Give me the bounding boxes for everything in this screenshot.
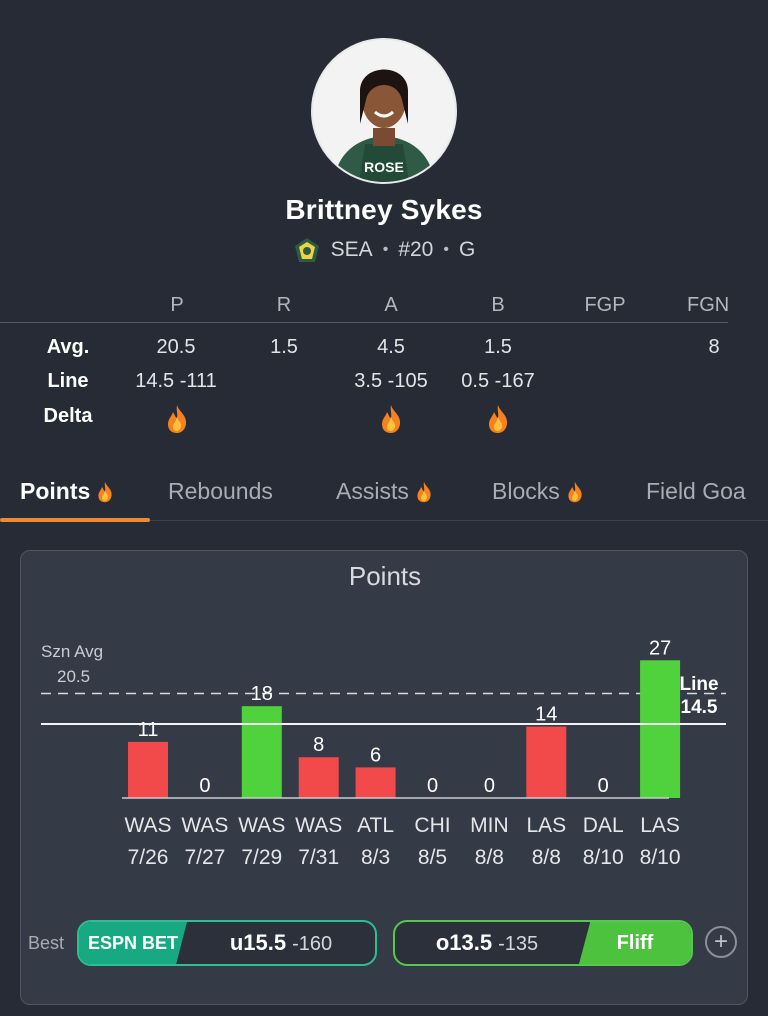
line-points: 14.5 -111 — [135, 370, 217, 392]
fliff-book-tag: Fliff — [579, 922, 691, 964]
bar-value-label: 0 — [598, 775, 609, 797]
under-pick-line: u15.5 — [229, 930, 287, 955]
add-icon[interactable]: + — [705, 926, 737, 958]
column-header-assists: A — [384, 294, 398, 316]
tab-blocks[interactable]: Blocks — [492, 478, 584, 505]
column-header-points: P — [170, 294, 184, 316]
x-tick-date: 8/5 — [418, 846, 447, 869]
player-position: G — [458, 238, 476, 261]
flame-icon — [382, 405, 401, 433]
x-tick-opponent: WAS — [124, 814, 171, 837]
flame-icon — [168, 405, 187, 433]
over-pick-line: o13.5 — [435, 930, 493, 955]
stats-divider — [0, 322, 728, 323]
bar — [298, 757, 339, 798]
bar-value-label: 14 — [535, 704, 557, 726]
bar-value-label: 0 — [199, 775, 210, 797]
bar — [128, 741, 168, 798]
x-tick-date: 7/31 — [298, 846, 339, 869]
bar — [640, 660, 681, 798]
line-assists: 3.5 -105 — [354, 370, 428, 392]
row-label-delta: Delta — [43, 405, 93, 427]
bar — [355, 767, 396, 798]
jersey-text: ROSE — [364, 159, 404, 175]
chart-card: Points Szn Avg 20.5 11 WAS 7/26 0 WAS 7/27 18 WAS… — [20, 550, 748, 1005]
team-abbrev: SEA — [330, 238, 373, 261]
bar-value-label: 11 — [138, 719, 159, 741]
player-name: Brittney Sykes — [285, 194, 483, 225]
avg-rebounds: 1.5 — [270, 336, 298, 358]
bar-value-label: 0 — [427, 775, 438, 797]
team-info: SEA • #20 • G — [0, 236, 768, 264]
tab-field-goals[interactable]: Field Goa — [646, 478, 768, 505]
player-avatar: ROSE — [311, 38, 457, 184]
x-tick-opponent: MIN — [470, 814, 509, 837]
bar-value-label: 27 — [649, 637, 671, 659]
espn-bet-book-tag: ESPN BET — [79, 922, 187, 964]
x-tick-date: 7/29 — [241, 846, 282, 869]
bar-value-label: 6 — [370, 744, 381, 766]
bar-value-label: 0 — [484, 775, 495, 797]
active-tab-indicator — [0, 518, 150, 522]
points-bar-chart: Szn Avg 20.5 11 WAS 7/26 0 WAS 7/27 18 WAS 7/29 8 WA… — [41, 637, 726, 869]
flame-icon — [489, 405, 508, 433]
tab-field-goals-label: Field Goa — [646, 478, 746, 504]
flame-icon — [568, 481, 582, 502]
column-header-fgp: FGP — [584, 294, 626, 316]
over-pick-price: -135 — [498, 933, 539, 955]
team-logo-icon — [294, 238, 319, 262]
bar-value-label: 8 — [313, 734, 324, 756]
x-tick-date: 8/8 — [532, 846, 561, 869]
tab-assists[interactable]: Assists — [336, 478, 433, 505]
x-tick-date: 8/8 — [475, 846, 504, 869]
bar — [241, 706, 282, 798]
x-tick-date: 8/10 — [640, 846, 681, 869]
prop-line-value: 14.5 — [681, 697, 718, 718]
avg-assists: 4.5 — [377, 336, 405, 358]
row-label-avg: Avg. — [46, 336, 90, 358]
x-tick-date: 8/10 — [583, 846, 624, 869]
avg-fgn: 8 — [708, 336, 720, 358]
tab-points-label: Points — [20, 478, 91, 504]
under-pick-price: -160 — [292, 933, 333, 955]
season-average-label: Szn Avg — [41, 642, 103, 661]
best-odds-label: Best — [28, 933, 65, 953]
x-tick-opponent: LAS — [640, 814, 680, 837]
x-tick-opponent: CHI — [414, 814, 450, 837]
season-average-value: 20.5 — [57, 667, 90, 686]
tab-points[interactable]: Points — [20, 478, 114, 505]
x-tick-date: 7/27 — [184, 846, 225, 869]
tab-rebounds[interactable]: Rebounds — [168, 478, 273, 505]
under-odds-button[interactable]: ESPN BET u15.5 -160 — [77, 920, 377, 966]
separator-dot: • — [382, 241, 389, 258]
avg-points: 20.5 — [156, 336, 196, 358]
prop-line-label: Line — [679, 674, 718, 695]
separator-dot: • — [443, 241, 449, 258]
jersey-number: #20 — [398, 238, 434, 261]
column-header-fgn: FGN — [687, 294, 730, 316]
over-odds-button[interactable]: o13.5 -135 Fliff — [393, 920, 693, 966]
x-tick-date: 7/26 — [128, 846, 169, 869]
over-pick: o13.5 -135 — [395, 930, 579, 956]
x-tick-opponent: WAS — [181, 814, 228, 837]
avg-blocks: 1.5 — [484, 336, 512, 358]
tab-assists-label: Assists — [336, 478, 409, 504]
column-header-blocks: B — [491, 294, 505, 316]
row-label-line: Line — [47, 370, 89, 392]
flame-icon — [98, 481, 112, 502]
bar-value-label: 18 — [251, 683, 273, 705]
line-blocks: 0.5 -167 — [461, 370, 535, 392]
x-tick-date: 8/3 — [361, 846, 390, 869]
x-tick-opponent: WAS — [295, 814, 342, 837]
flame-icon — [417, 481, 431, 502]
bar — [526, 726, 567, 798]
tab-blocks-label: Blocks — [492, 478, 560, 504]
column-header-rebounds: R — [276, 294, 292, 316]
x-tick-opponent: LAS — [526, 814, 566, 837]
tab-rebounds-label: Rebounds — [168, 478, 273, 504]
under-pick: u15.5 -160 — [187, 930, 375, 956]
x-tick-opponent: DAL — [583, 814, 624, 837]
x-tick-opponent: ATL — [357, 814, 394, 837]
x-tick-opponent: WAS — [238, 814, 285, 837]
